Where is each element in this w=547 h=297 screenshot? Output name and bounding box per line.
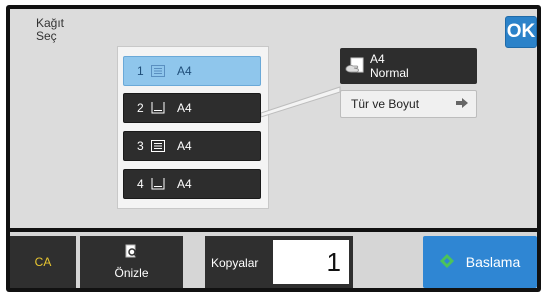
tray-lines-icon bbox=[151, 65, 167, 77]
tray-number: 3 bbox=[137, 139, 144, 153]
preview-icon bbox=[125, 244, 139, 263]
copies-label: Kopyalar bbox=[211, 256, 259, 270]
type-and-size-label: Tür ve Boyut bbox=[351, 97, 420, 111]
copies-input[interactable]: 1 bbox=[273, 240, 349, 284]
tray-1-button[interactable]: 1 A4 bbox=[123, 56, 261, 86]
tray-2-button[interactable]: 2 A4 bbox=[123, 93, 261, 123]
preview-label: Önizle bbox=[114, 266, 149, 280]
tray-size: A4 bbox=[177, 64, 192, 78]
start-label: Baslama bbox=[465, 254, 521, 270]
type-and-size-button[interactable]: Tür ve Boyut bbox=[340, 90, 477, 118]
paper-type: Normal bbox=[370, 66, 409, 80]
arrow-right-icon bbox=[456, 98, 468, 111]
copies-control: Kopyalar 1 bbox=[205, 236, 353, 288]
tray-bracket-icon bbox=[151, 102, 167, 114]
tray-3-button[interactable]: 3 A4 bbox=[123, 131, 261, 161]
tray-bracket-icon bbox=[151, 178, 167, 190]
preview-button[interactable]: Önizle bbox=[80, 236, 183, 288]
start-diamond-icon bbox=[439, 253, 454, 271]
tray-size: A4 bbox=[177, 177, 192, 191]
paper-info: A4 Normal bbox=[340, 48, 477, 84]
tray-lines-icon bbox=[151, 140, 167, 152]
clear-all-button[interactable]: CA bbox=[10, 236, 76, 288]
tray-4-button[interactable]: 4 A4 bbox=[123, 169, 261, 199]
paper-hand-icon bbox=[340, 48, 370, 84]
start-button[interactable]: Baslama bbox=[423, 236, 537, 288]
tray-number: 4 bbox=[137, 177, 144, 191]
paper-size: A4 bbox=[370, 52, 385, 66]
tray-number: 2 bbox=[137, 101, 144, 115]
tray-size: A4 bbox=[177, 101, 192, 115]
tray-number: 1 bbox=[137, 64, 144, 78]
tray-size: A4 bbox=[177, 139, 192, 153]
